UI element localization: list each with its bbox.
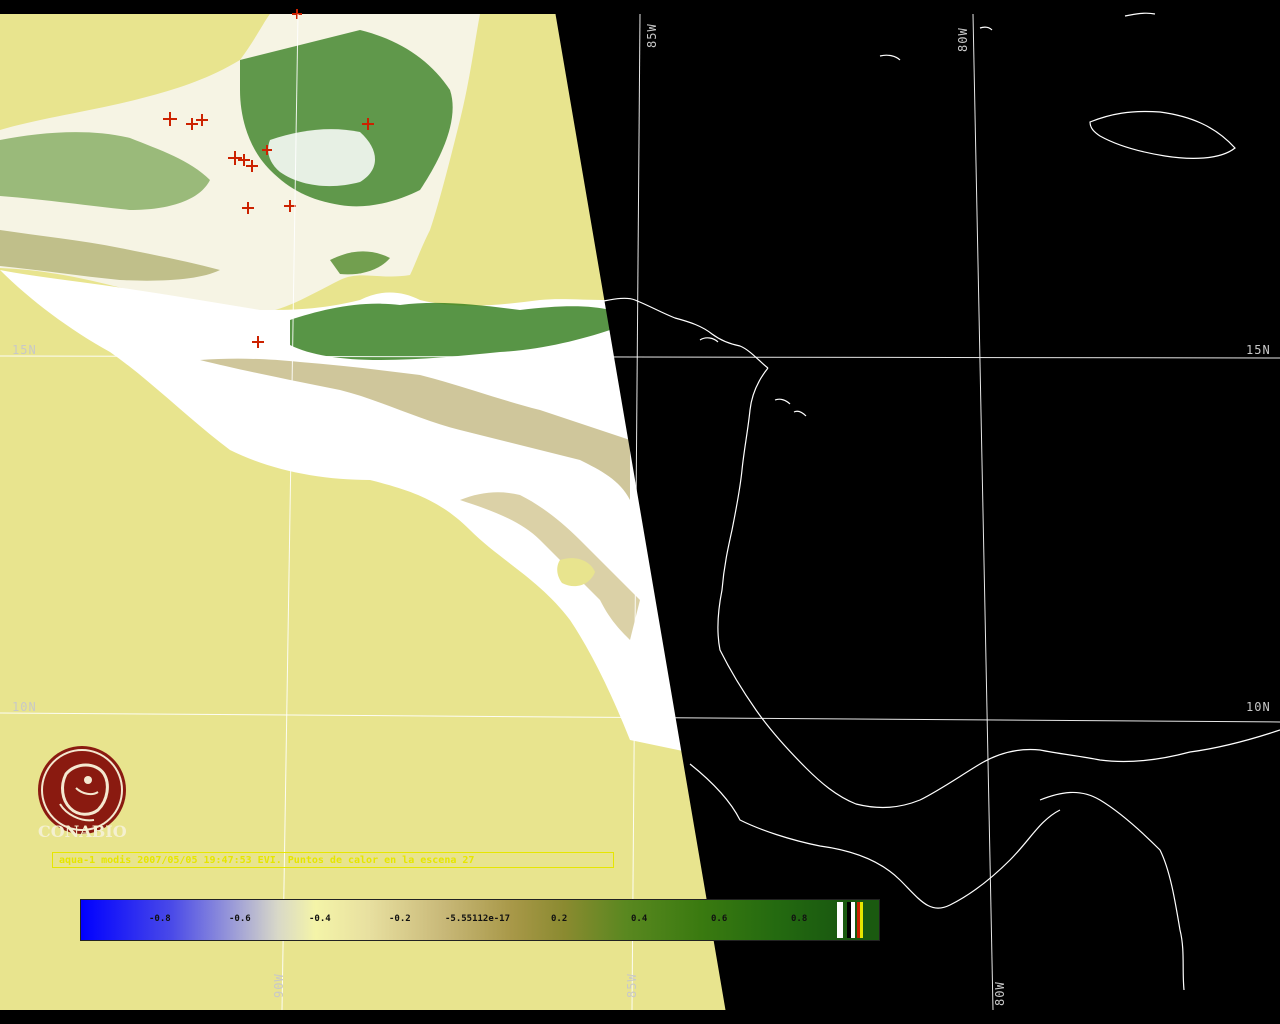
evi-color-legend: -0.8 -0.6 -0.4 -0.2 -5.55112e-17 0.2 0.4 0.6 0.8 — [80, 899, 880, 941]
legend-tick-label: 0.2 — [551, 914, 568, 924]
legend-tick-label: -0.2 — [389, 914, 411, 924]
legend-special-classes — [837, 900, 879, 940]
coastlines — [597, 12, 1280, 991]
bay-islands — [699, 337, 719, 343]
lon-label-90w-bottom: 90W — [272, 973, 286, 998]
lat-label-10n-right: 10N — [1246, 700, 1271, 714]
legend-tick-label: -0.4 — [309, 914, 331, 924]
lon-label-85w-bottom: 85W — [625, 973, 639, 998]
lon-label-85w-top: 85W — [645, 23, 659, 48]
legend-tick-label: 0.8 — [791, 914, 808, 924]
lat-label-10n-left: 10N — [12, 700, 37, 714]
lon-label-80w-bottom: 80W — [993, 981, 1007, 1006]
panama-coast — [1039, 791, 1185, 991]
cays — [774, 398, 807, 417]
grid-line-80w — [972, 13, 994, 1011]
legend-tick-label: 0.4 — [631, 914, 648, 924]
legend-swatch-white — [837, 902, 843, 938]
mosquito-coast — [717, 367, 1280, 809]
pacific-coast-costa-rica — [689, 763, 1061, 909]
satellite-map-view: 15N 15N 10N 10N 85W 80W 90W 85W 80W CONA… — [0, 0, 1280, 1024]
lon-label-80w-top: 80W — [956, 27, 970, 52]
legend-swatch-yellow — [860, 902, 863, 938]
legend-swatch-white-2 — [851, 902, 855, 938]
legend-tick-label: 0.6 — [711, 914, 728, 924]
small-island — [979, 26, 993, 31]
legend-tick-label: -0.8 — [149, 914, 171, 924]
jamaica-outline — [1089, 110, 1236, 159]
small-island — [1124, 12, 1156, 17]
evi-map-canvas — [0, 9, 1280, 1011]
legend-tick-label: -0.6 — [229, 914, 251, 924]
conabio-logo-text: CONABIO — [38, 822, 127, 841]
small-island — [879, 54, 901, 61]
scene-caption: aqua-1 modis 2007/05/05 19:47:53 EVI. Pu… — [52, 852, 614, 868]
lat-label-15n-left: 15N — [12, 343, 37, 357]
lat-label-15n-right: 15N — [1246, 343, 1271, 357]
legend-tick-label: -5.55112e-17 — [445, 914, 511, 924]
